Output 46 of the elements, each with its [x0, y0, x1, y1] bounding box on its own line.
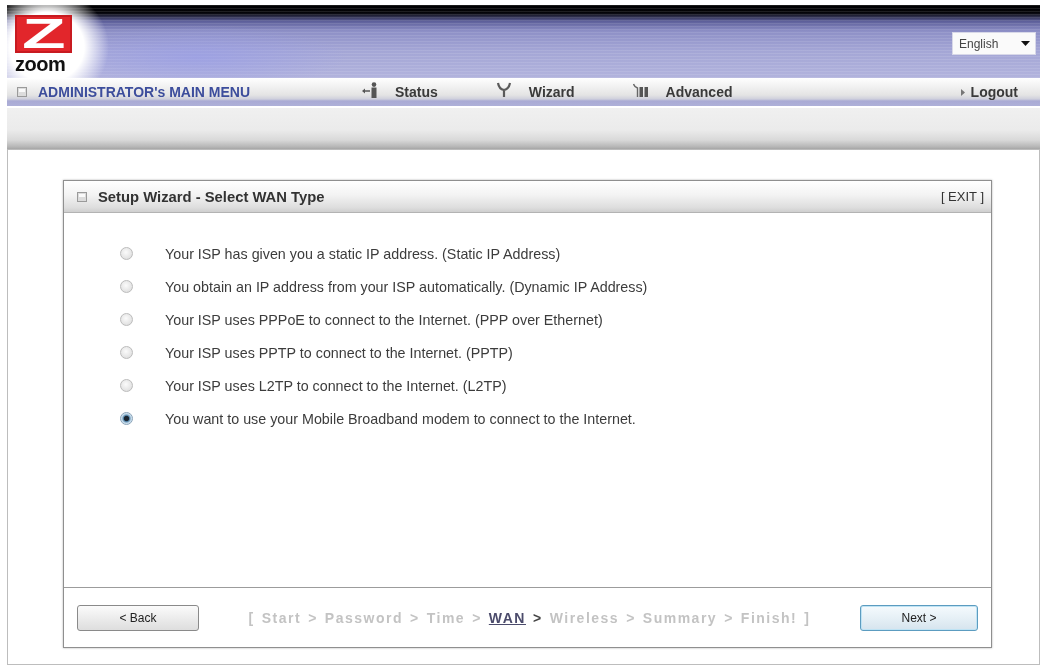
option-label: Your ISP uses PPPoE to connect to the Internet. (PPP over Ethernet) — [165, 311, 603, 328]
fork-icon — [495, 82, 512, 98]
step-separator: > — [410, 609, 420, 626]
step-separator: > — [472, 609, 482, 626]
caret-icon — [960, 88, 965, 96]
option-label: You want to use your Mobile Broadband modem to connect to the Internet. — [165, 410, 636, 427]
wizard-step: Password — [324, 609, 403, 626]
radio-button[interactable] — [120, 280, 133, 293]
option-label: Your ISP has given you a static IP address. (Static IP Address) — [165, 245, 561, 262]
step-separator: > — [533, 609, 543, 626]
nav-link[interactable]: Wizard — [495, 84, 575, 100]
logo-mark: Z — [15, 15, 72, 53]
radio-button[interactable] — [120, 346, 133, 359]
step-bracket: ] — [804, 609, 811, 626]
antenna-bars-icon — [632, 82, 649, 98]
step-separator: > — [724, 609, 734, 626]
exit-link[interactable]: [ EXIT ] — [940, 189, 984, 204]
back-button[interactable]: < Back — [77, 604, 199, 631]
next-button[interactable]: Next > — [860, 604, 978, 631]
radio-button[interactable] — [120, 412, 133, 425]
caret-icon — [1021, 41, 1030, 46]
radio-button[interactable] — [120, 247, 133, 260]
wizard-step: Start — [261, 609, 302, 626]
wizard-step: Summary — [642, 609, 718, 626]
step-separator: > — [626, 609, 636, 626]
wizard-step: Wireless — [549, 609, 620, 626]
step-bracket: [ — [248, 609, 255, 626]
option-label: You obtain an IP address from your ISP automatically. (Dynamic IP Address) — [165, 278, 648, 295]
square-icon — [17, 87, 27, 97]
step-separator: > — [308, 609, 318, 626]
nav-link[interactable]: Logout — [960, 84, 1018, 100]
menu-title: ADMINISTRATOR's MAIN MENU — [38, 84, 251, 100]
option-label: Your ISP uses L2TP to connect to the Internet. (L2TP) — [165, 377, 507, 394]
wizard-step: Time — [426, 609, 466, 626]
square-icon — [77, 191, 87, 202]
nav-link[interactable]: Advanced — [632, 84, 733, 100]
option-label: Your ISP uses PPTP to connect to the Internet. (PPTP) — [165, 344, 513, 361]
language-select[interactable]: English — [952, 32, 1036, 55]
person-arrow-icon — [362, 82, 378, 98]
nav-link[interactable]: Status — [362, 84, 438, 100]
panel-title: Setup Wizard - Select WAN Type — [98, 188, 325, 205]
wizard-step: Finish! — [740, 609, 798, 626]
wizard-step: WAN — [488, 609, 526, 626]
logo-text: zoom — [15, 55, 66, 73]
radio-button[interactable] — [120, 313, 133, 326]
radio-button[interactable] — [120, 379, 133, 392]
